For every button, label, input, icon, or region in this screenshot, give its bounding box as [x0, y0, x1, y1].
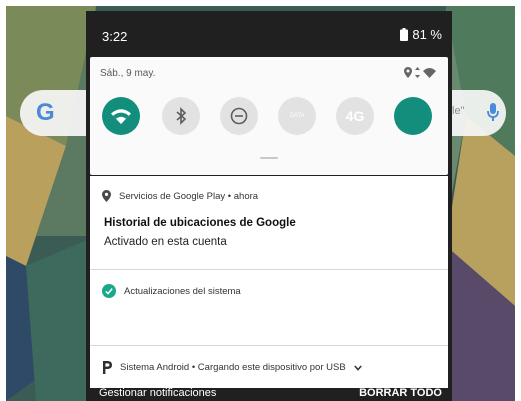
android-system-icon: [103, 361, 112, 374]
notification-title: Historial de ubicaciones de Google: [104, 217, 296, 229]
notification-app: Servicios de Google Play: [119, 190, 226, 202]
status-time: 3:22: [102, 29, 128, 44]
microphone-icon[interactable]: [486, 102, 500, 122]
screen: G le" 3:22 81 % Sáb., 9 may. DATA 4G Ser…: [6, 6, 515, 401]
home-search-hint: le": [452, 105, 465, 117]
tile-mobile-data[interactable]: DATA: [278, 97, 316, 135]
notification-android-system[interactable]: Sistema Android • Cargando este disposit…: [90, 346, 448, 388]
notification-app: Actualizaciones del sistema: [124, 285, 241, 297]
do-not-disturb-icon: [230, 107, 248, 125]
notification-shade: 3:22 81 % Sáb., 9 may. DATA 4G Servicios…: [86, 11, 452, 401]
notification-time: ahora: [233, 190, 259, 202]
system-update-icon: [102, 284, 116, 298]
notification-text: Activado en esta cuenta: [104, 236, 227, 248]
location-pin-icon: [102, 190, 111, 202]
tile-4g[interactable]: 4G: [336, 97, 374, 135]
wifi-icon: [111, 108, 131, 124]
quick-settings-panel: Sáb., 9 may. DATA 4G: [90, 57, 448, 175]
data-transfer-icon: [415, 67, 420, 78]
notification-app: Sistema Android: [120, 362, 190, 373]
battery-status: 81 %: [400, 27, 442, 42]
tile-do-not-disturb[interactable]: [220, 97, 258, 135]
notification-system-updates[interactable]: Actualizaciones del sistema: [90, 270, 448, 345]
clear-all-button[interactable]: BORRAR TODO: [359, 387, 442, 399]
wifi-signal-icon: [423, 67, 436, 78]
location-icon: [404, 67, 412, 78]
notification-header: Actualizaciones del sistema: [102, 284, 241, 298]
tile-bluetooth[interactable]: [162, 97, 200, 135]
notification-header: Servicios de Google Play • ahora: [102, 190, 258, 202]
battery-icon: [400, 28, 409, 41]
notification-list: Servicios de Google Play • ahora Histori…: [90, 176, 448, 388]
notification-header: Sistema Android • Cargando este disposit…: [102, 361, 362, 374]
bluetooth-icon: [176, 107, 187, 125]
tile-extra[interactable]: [394, 97, 432, 135]
4g-icon: 4G: [345, 108, 365, 124]
mobile-data-icon: DATA: [289, 113, 305, 119]
chevron-down-icon[interactable]: [353, 364, 362, 371]
qs-date: Sáb., 9 may.: [100, 68, 156, 79]
shade-footer: Gestionar notificaciones BORRAR TODO: [86, 383, 452, 401]
tile-wifi[interactable]: [102, 97, 140, 135]
google-logo: G: [36, 99, 55, 126]
notification-text: Cargando este dispositivo por USB: [197, 362, 346, 373]
manage-notifications-button[interactable]: Gestionar notificaciones: [99, 387, 216, 399]
notification-location-history[interactable]: Servicios de Google Play • ahora Histori…: [90, 176, 448, 269]
qs-status-icons: [404, 67, 436, 78]
expand-handle[interactable]: [260, 157, 278, 159]
battery-percent: 81 %: [412, 27, 442, 42]
